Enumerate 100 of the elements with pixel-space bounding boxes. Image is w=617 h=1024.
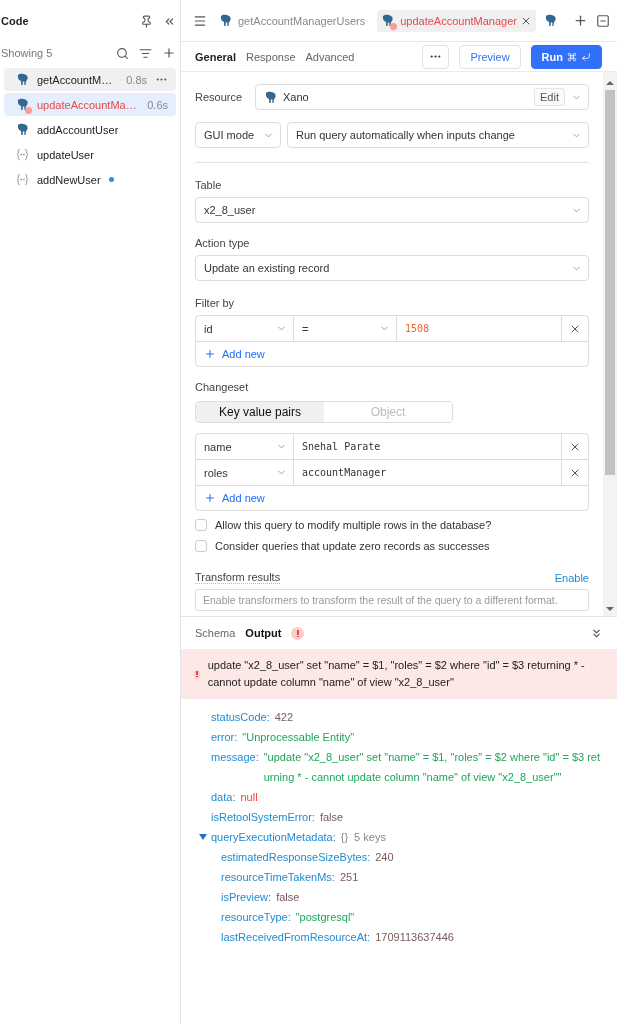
code-braces-icon [16, 173, 29, 186]
action-select[interactable]: Update an existing record [195, 255, 589, 281]
query-item[interactable]: getAccountM… 0.8s [4, 68, 176, 91]
pin-icon[interactable] [140, 14, 153, 28]
key-select[interactable]: name [196, 434, 294, 459]
json-key: message: [211, 747, 259, 767]
query-name: getAccountM… [37, 73, 114, 86]
database-icon [219, 14, 232, 27]
error-badge [25, 107, 32, 114]
json-key: lastReceivedFromResourceAt: [221, 927, 371, 947]
json-key: estimatedResponseSizeBytes: [221, 847, 371, 867]
field-label: Transform results [195, 571, 281, 584]
json-key: resourceType: [221, 907, 291, 927]
checkbox[interactable] [195, 519, 207, 531]
database-icon [544, 14, 557, 27]
query-item[interactable]: addAccountUser [4, 118, 176, 141]
menu-icon[interactable] [193, 13, 207, 28]
trigger-select[interactable]: Run query automatically when inputs change [287, 122, 589, 148]
add-new-link[interactable]: Add new [196, 486, 273, 510]
scroll-up-icon[interactable] [606, 80, 614, 86]
query-name: updateAccountMa… [37, 98, 138, 111]
enable-link[interactable]: Enable [554, 571, 589, 584]
query-tab[interactable]: updateAccountManager [377, 9, 536, 32]
checkbox-label: Consider queries that update zero records as successes [215, 540, 490, 552]
field-label: Filter by [195, 297, 236, 309]
table-select[interactable]: x2_8_user [195, 197, 589, 223]
json-value: false [319, 810, 344, 825]
key-count: 5 keys [354, 830, 386, 845]
json-key: queryExecutionMetadata: [211, 827, 336, 847]
edit-button[interactable]: Edit [534, 88, 565, 106]
plus-icon [204, 348, 216, 360]
error-message: update "x2_8_user" set "name" = $1, "roles" = $2 where "id" = $3 returning * - cannot update column "name" of view "x2_8_user" [207, 658, 586, 690]
expand-triangle-icon[interactable] [199, 833, 207, 841]
database-icon [16, 98, 29, 111]
run-button[interactable]: Run [530, 44, 602, 69]
resource-select[interactable]: Xano Edit [255, 84, 589, 110]
minimize-icon[interactable] [596, 13, 610, 28]
command-key-icon [567, 51, 577, 62]
field-label: Action type [195, 237, 251, 249]
filter-icon[interactable] [139, 46, 152, 60]
query-name: addNewUser [37, 173, 101, 186]
scrollbar[interactable] [603, 72, 617, 616]
checkbox-label: Allow this query to modify multiple rows in the database? [215, 519, 492, 531]
database-icon [264, 90, 277, 104]
value-field[interactable]: Snehal Parate [294, 434, 562, 459]
section-tab[interactable]: Advanced [305, 50, 355, 63]
json-key: statusCode: [211, 707, 270, 727]
json-key: error: [211, 727, 238, 747]
database-icon [16, 73, 29, 86]
operator-select[interactable]: = [294, 316, 397, 341]
field-label: Table [195, 179, 223, 191]
json-value: "postgresql" [295, 910, 355, 925]
json-value: 251 [339, 870, 359, 885]
database-icon [16, 123, 29, 136]
query-name: updateUser [37, 148, 94, 161]
json-key: data: [211, 787, 236, 807]
preview-button[interactable]: Preview [459, 44, 521, 69]
search-icon[interactable] [116, 46, 129, 60]
column-select[interactable]: id [196, 316, 294, 341]
json-value: {} [340, 830, 349, 845]
add-new-link[interactable]: Add new [196, 342, 273, 366]
enter-key-icon [581, 51, 591, 62]
output-tab[interactable]: Schema [195, 627, 236, 639]
run-time: 0.8s [126, 73, 147, 86]
json-value: "Unprocessable Entity" [242, 730, 355, 745]
error-icon [194, 669, 200, 679]
field-label: Changeset [195, 381, 250, 393]
json-value: "update "x2_8_user" set "name" = $1, "roles" = $2 where "id" = $3 returning * - cannot update column "name" of view "x2_8_user"" [263, 750, 601, 785]
scroll-down-icon[interactable] [606, 606, 614, 612]
transform-field[interactable]: Enable transformers to transform the result of the query to a different format. [195, 589, 589, 611]
add-tab-icon[interactable] [573, 13, 588, 28]
json-key: resourceTimeTakenMs: [221, 867, 335, 887]
key-select[interactable]: roles [196, 460, 294, 485]
query-item[interactable]: updateUser [4, 143, 176, 166]
plus-icon [204, 492, 216, 504]
json-value: 1709113637446 [375, 930, 454, 945]
field-label: Resource [195, 91, 244, 103]
json-value: false [276, 890, 300, 905]
json-value: 240 [375, 850, 394, 865]
run-time: 0.6s [147, 98, 168, 111]
mode-select[interactable]: GUI mode [195, 122, 281, 148]
query-name: addAccountUser [37, 123, 119, 136]
query-item[interactable]: addNewUser [4, 168, 176, 191]
query-tab[interactable]: getAccountManagerUsers [215, 9, 370, 32]
section-tab[interactable]: General [195, 50, 236, 63]
json-key: isRetoolSystemError: [211, 807, 315, 827]
json-key: isPreview: [221, 887, 272, 907]
section-tab[interactable]: Response [245, 50, 296, 63]
checkbox[interactable] [195, 540, 207, 552]
code-braces-icon [16, 148, 29, 161]
database-icon [381, 14, 395, 27]
error-badge [390, 23, 398, 30]
mode-toggle[interactable]: Key value pairs [196, 402, 324, 422]
json-value: 422 [274, 710, 294, 725]
item-count: Showing 5 [1, 47, 54, 59]
value-field[interactable]: accountManager [294, 460, 562, 485]
add-icon[interactable] [162, 46, 176, 60]
json-value: null [240, 790, 258, 805]
panel-title: Code [1, 15, 30, 27]
output-tab[interactable]: Output [245, 627, 282, 639]
